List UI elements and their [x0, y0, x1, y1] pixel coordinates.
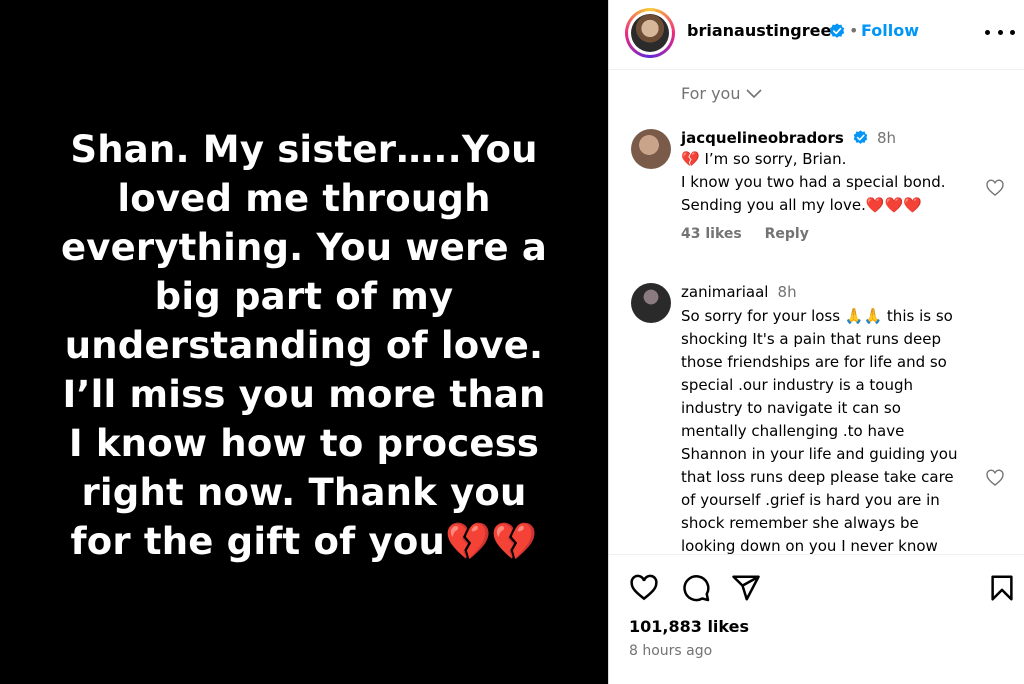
more-dot [997, 29, 1003, 35]
more-dot [985, 29, 990, 35]
reply-button[interactable]: Reply [765, 226, 809, 242]
post-timestamp: 8 hours ago [629, 643, 713, 659]
comment-line: Sending you all my love.❤️❤️❤️ [681, 196, 922, 214]
comment-line: So sorry for your loss 🙏🙏 this is so [681, 307, 953, 325]
post-likes-count[interactable]: 101,883 likes [629, 617, 749, 636]
like-heart-icon[interactable] [629, 573, 659, 603]
commenter-username[interactable]: zanimariaal [681, 283, 768, 301]
comment-time: 8h [777, 283, 797, 301]
post-text-line: everything. You were a [60, 225, 548, 269]
save-bookmark-icon[interactable] [987, 573, 1017, 603]
comment-time: 8h [877, 129, 897, 147]
more-dot [1010, 29, 1015, 35]
comment-meta: 43 likes Reply [681, 226, 981, 242]
commenter-avatar[interactable] [631, 283, 671, 323]
comment-line: that loss runs deep please take care [681, 468, 954, 486]
avatar-ring-inner [628, 11, 672, 55]
share-paper-plane-icon[interactable] [731, 573, 761, 603]
chevron-down-icon [746, 88, 763, 98]
post-text-line: understanding of love. [64, 323, 544, 367]
comment-line: industry to navigate it can so [681, 399, 901, 417]
more-options-icon[interactable] [985, 22, 1015, 42]
comment-line: shocking It's a pain that runs deep [681, 330, 942, 348]
comment-like-heart-icon[interactable] [985, 178, 1005, 198]
avatar-photo [631, 14, 669, 52]
comment-text: 💔 I’m so sorry, Brian. I know you two ha… [681, 148, 981, 217]
comment-likes-count[interactable]: 43 likes [681, 226, 742, 242]
post-header: brianaustingreen • Follow [609, 0, 1024, 70]
post-text-line-last: for the gift of you💔💔 [24, 517, 584, 566]
comments-filter-dropdown[interactable]: For you [681, 84, 763, 103]
separator-dot: • [849, 21, 859, 40]
comment-line: shock remember she always be [681, 514, 919, 532]
comment-line: I know you two had a special bond. [681, 173, 946, 191]
comment-line: 💔 I’m so sorry, Brian. [681, 150, 847, 168]
comment-text: So sorry for your loss 🙏🙏 this is so sho… [681, 305, 981, 554]
post-text-line: Shan. My sister…..You [70, 127, 538, 171]
post-text-line: I’ll miss you more than [62, 372, 546, 416]
verified-badge-icon [853, 130, 868, 144]
post-text-line: big part of my [154, 274, 454, 318]
post-text-line: I know how to process [68, 421, 540, 465]
comments-list[interactable]: jacquelineobradors 8h 💔 I’m so sorry, Br… [609, 120, 1024, 554]
comment-line: of yourself .grief is hard you are in [681, 491, 940, 509]
broken-heart-emoji: 💔💔 [445, 519, 538, 563]
post-actions-bar: 101,883 likes 8 hours ago [609, 554, 1024, 684]
comments-filter-label: For you [681, 84, 741, 103]
verified-badge-icon [829, 23, 845, 38]
comment-body: jacquelineobradors 8h 💔 I’m so sorry, Br… [681, 128, 981, 242]
username-link[interactable]: brianaustingreen [687, 21, 843, 40]
post-text-line: for the gift of you [70, 519, 445, 563]
post-text-line: right now. Thank you [81, 470, 527, 514]
comment-bubble-icon[interactable] [681, 573, 711, 603]
post-side-panel: brianaustingreen • Follow For you jacque… [608, 0, 1024, 684]
comment-header: jacquelineobradors 8h [681, 128, 981, 147]
post-caption-image-text: Shan. My sister…..You loved me through e… [24, 125, 584, 566]
comment-line: special .our industry is a tough [681, 376, 914, 394]
comment-header: zanimariaal 8h [681, 282, 981, 301]
comment-line: mentally challenging .to have [681, 422, 905, 440]
avatar[interactable] [625, 8, 675, 58]
post-text-line: loved me through [117, 176, 491, 220]
commenter-username[interactable]: jacquelineobradors [681, 129, 844, 147]
comment-line: those friendships are for life and so [681, 353, 947, 371]
comment-line: looking down on you I never know [681, 537, 938, 554]
comment-line: Shannon in your life and guiding you [681, 445, 958, 463]
comment-like-heart-icon[interactable] [985, 468, 1005, 488]
follow-button[interactable]: Follow [861, 21, 919, 40]
commenter-avatar[interactable] [631, 129, 671, 169]
comment-body: zanimariaal 8h So sorry for your loss 🙏🙏… [681, 282, 981, 554]
post-image: Shan. My sister…..You loved me through e… [0, 0, 608, 684]
